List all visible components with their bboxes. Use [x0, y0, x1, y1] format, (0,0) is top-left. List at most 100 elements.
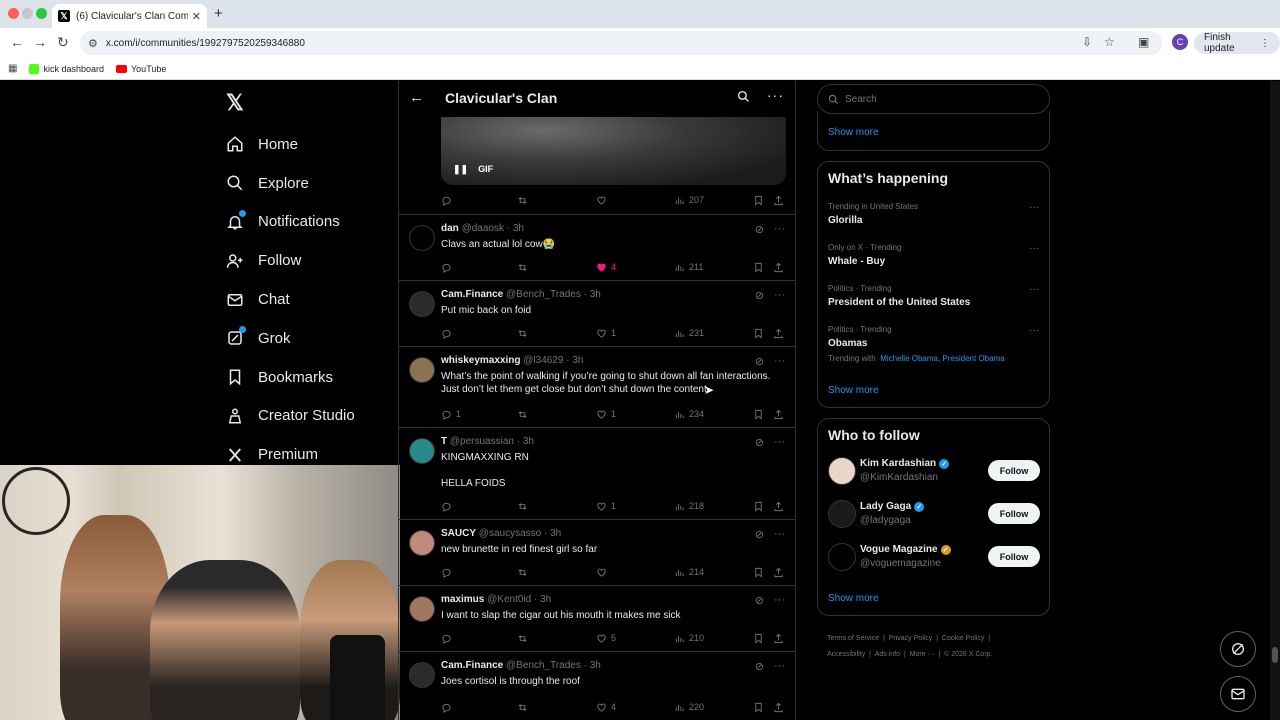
repost-icon[interactable] — [517, 501, 528, 512]
bookmark-icon[interactable] — [753, 567, 764, 578]
like-icon[interactable]: 1 — [596, 409, 616, 420]
share-icon[interactable] — [773, 262, 784, 273]
apps-grid-icon[interactable]: ▦ — [8, 63, 17, 74]
post[interactable]: SAUCY @saucysasso · 3h ⊘ ··· new brunett… — [399, 519, 795, 585]
author-handle[interactable]: @l34629 — [523, 355, 563, 366]
views-icon[interactable]: 218 — [674, 501, 704, 512]
author-name[interactable]: dan — [441, 223, 459, 234]
nav-item-home[interactable]: Home — [224, 125, 355, 164]
trend-more-icon[interactable]: ··· — [1029, 325, 1039, 336]
nav-item-follow[interactable]: Follow — [224, 241, 355, 280]
views-icon[interactable]: 207 — [674, 195, 704, 206]
avatar[interactable] — [409, 291, 435, 317]
like-icon[interactable]: 4 — [596, 262, 616, 273]
views-icon[interactable]: 220 — [674, 702, 704, 713]
views-icon[interactable]: 210 — [674, 633, 704, 644]
repost-icon[interactable] — [517, 328, 528, 339]
follow-button[interactable]: Follow — [988, 460, 1040, 481]
avatar[interactable] — [409, 438, 435, 464]
bookmark-icon[interactable] — [753, 262, 764, 273]
post-time[interactable]: 3h — [513, 223, 524, 234]
trend-more-icon[interactable]: ··· — [1029, 243, 1039, 254]
share-icon[interactable] — [773, 501, 784, 512]
reply-icon[interactable] — [441, 501, 456, 512]
views-icon[interactable]: 214 — [674, 567, 704, 578]
author-name[interactable]: Cam.Finance — [441, 289, 503, 300]
reply-icon[interactable] — [441, 195, 452, 206]
kebab-menu-icon[interactable]: ⋮ — [1260, 38, 1270, 49]
nav-item-explore[interactable]: Explore — [224, 164, 355, 203]
reply-icon[interactable] — [441, 633, 456, 644]
avatar[interactable] — [409, 225, 435, 251]
avatar[interactable] — [828, 543, 856, 571]
new-tab-icon[interactable]: + — [214, 5, 223, 22]
reply-icon[interactable] — [441, 702, 456, 713]
repost-icon[interactable] — [517, 195, 528, 206]
author-name[interactable]: T — [441, 436, 447, 447]
install-app-icon[interactable]: ⇩ — [1082, 35, 1092, 49]
avatar[interactable] — [409, 662, 435, 688]
bookmark-icon[interactable] — [753, 195, 764, 206]
reply-icon[interactable] — [441, 567, 456, 578]
back-icon[interactable]: ← — [10, 34, 24, 50]
share-icon[interactable] — [773, 328, 784, 339]
author-handle[interactable]: @daaosk — [462, 223, 504, 234]
more-options-icon[interactable]: ··· — [774, 436, 785, 449]
site-info-icon[interactable]: ⚙ — [88, 37, 98, 50]
post-time[interactable]: 3h — [590, 660, 601, 671]
reply-icon[interactable]: 1 — [441, 409, 461, 420]
bookmark-kick-dashboard[interactable]: kick dashboard — [29, 63, 104, 74]
nav-item-creator-studio[interactable]: Creator Studio — [224, 397, 355, 436]
like-icon[interactable]: 1 — [596, 328, 616, 339]
more-options-icon[interactable]: ··· — [774, 660, 785, 673]
pause-icon[interactable]: ❚❚ — [453, 164, 468, 175]
repost-icon[interactable] — [517, 567, 528, 578]
trend-item[interactable]: Politics · Trending Obamas Trending with… — [828, 325, 1005, 363]
like-icon[interactable]: 4 — [596, 702, 616, 713]
grok-fab-button[interactable] — [1220, 631, 1256, 667]
finish-update-button[interactable]: Finish update ⋮ — [1194, 32, 1280, 54]
share-icon[interactable] — [773, 409, 784, 420]
window-close-button[interactable] — [8, 8, 19, 19]
share-icon[interactable] — [773, 702, 784, 713]
more-options-icon[interactable]: ··· — [774, 594, 785, 607]
post-time[interactable]: 3h — [550, 528, 561, 539]
author-handle[interactable]: @persuassian — [450, 436, 514, 447]
reply-icon[interactable] — [441, 328, 456, 339]
grok-analyze-icon[interactable]: ⊘ — [755, 436, 764, 449]
address-bar[interactable]: ⚙ x.com/i/communities/199279752025934688… — [80, 31, 1162, 55]
avatar[interactable] — [409, 530, 435, 556]
footer-link[interactable]: Accessibility — [827, 651, 865, 658]
community-search-icon[interactable] — [737, 90, 750, 108]
post[interactable]: maximus @Kent0id · 3h ⊘ ··· I want to sl… — [399, 585, 795, 651]
post[interactable]: T @persuassian · 3h ⊘ ··· KINGMAXXING RN… — [399, 427, 795, 519]
x-logo-icon[interactable]: 𝕏 — [226, 90, 244, 116]
forward-icon[interactable]: → — [33, 34, 47, 50]
footer-link[interactable]: Cookie Policy — [942, 635, 984, 642]
follow-suggestion[interactable]: Kim Kardashian ✓ @KimKardashian Follow — [828, 457, 1040, 487]
more-options-icon[interactable]: ··· — [774, 223, 785, 236]
follow-button[interactable]: Follow — [988, 503, 1040, 524]
follow-suggestion[interactable]: Lady Gaga ✓ @ladygaga Follow — [828, 500, 1040, 530]
views-icon[interactable]: 211 — [674, 262, 703, 273]
post[interactable]: Cam.Finance @Bench_Trades · 3h ⊘ ··· Put… — [399, 280, 795, 346]
footer-link[interactable]: Privacy Policy — [889, 635, 933, 642]
like-icon[interactable]: 5 — [596, 633, 616, 644]
repost-icon[interactable] — [517, 633, 528, 644]
post-time[interactable]: 3h — [540, 594, 551, 605]
profile-avatar[interactable]: C — [1172, 34, 1188, 50]
bookmark-icon[interactable] — [753, 702, 764, 713]
avatar[interactable] — [409, 596, 435, 622]
bookmark-youtube[interactable]: YouTube — [116, 64, 166, 74]
bookmark-star-icon[interactable]: ☆ — [1104, 35, 1115, 49]
trend-with-links[interactable]: Michelle Obama, President Obama — [880, 354, 1005, 363]
trend-item[interactable]: Politics · Trending President of the Uni… — [828, 284, 970, 308]
follow-suggestion[interactable]: Vogue Magazine ✓ @voguemagazine Follow — [828, 543, 1040, 573]
share-icon[interactable] — [773, 567, 784, 578]
side-panel-icon[interactable]: ▣ — [1138, 35, 1149, 49]
reply-icon[interactable] — [441, 262, 456, 273]
show-more-link[interactable]: Show more — [828, 593, 879, 604]
footer-link[interactable]: Ads info — [875, 651, 900, 658]
footer-link[interactable]: More ··· — [910, 651, 935, 658]
author-name[interactable]: maximus — [441, 594, 484, 605]
